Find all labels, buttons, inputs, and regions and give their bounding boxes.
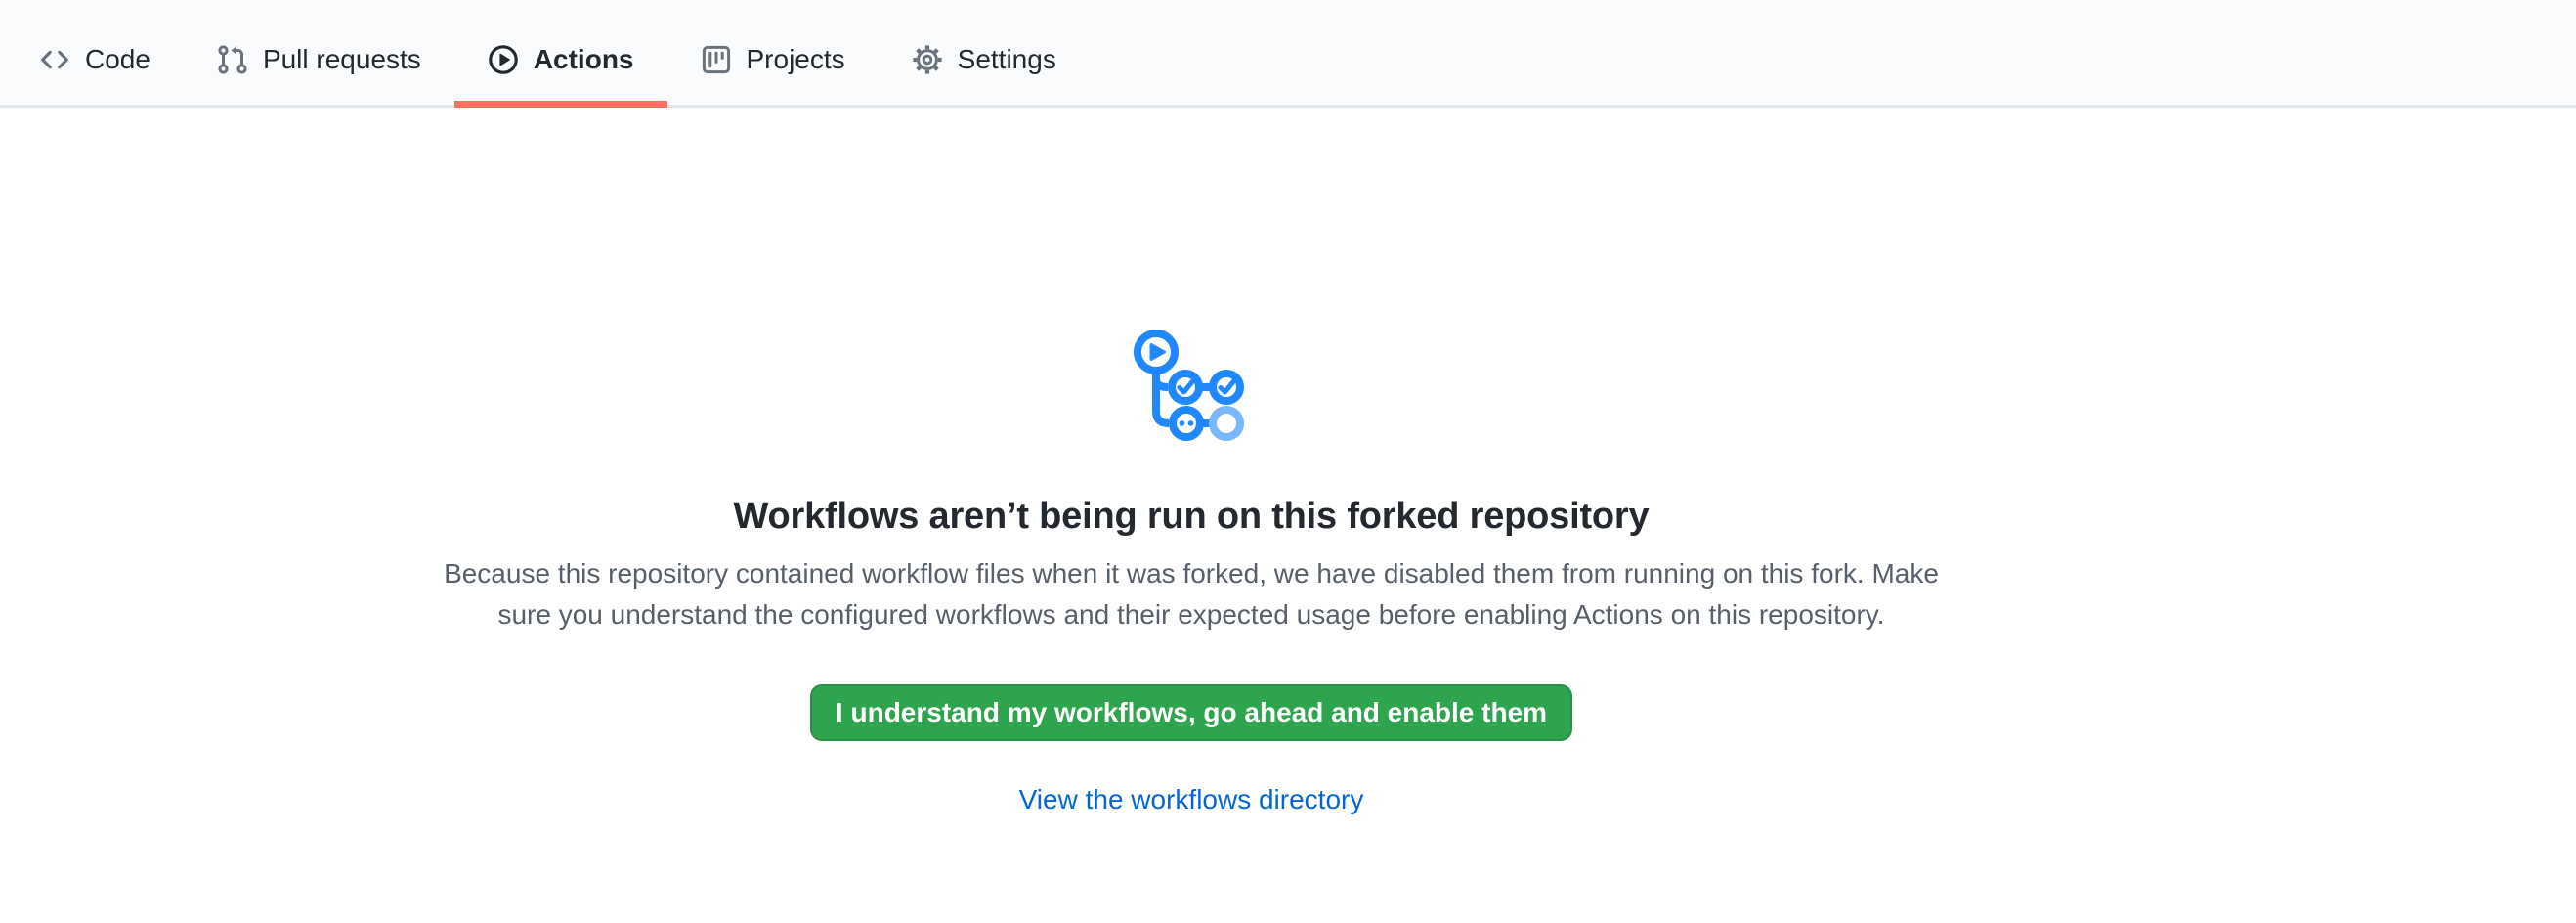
blankslate-heading: Workflows aren’t being run on this forke… [734, 493, 1650, 540]
tab-pull-requests[interactable]: Pull requests [184, 14, 454, 105]
tab-projects[interactable]: Projects [667, 14, 879, 105]
play-circle-icon [488, 44, 519, 75]
project-board-icon [701, 44, 732, 75]
tab-label: Pull requests [263, 46, 421, 73]
git-pull-request-icon [217, 44, 248, 75]
tab-label: Actions [534, 46, 634, 73]
tab-settings[interactable]: Settings [879, 14, 1090, 105]
tab-code[interactable]: Code [6, 14, 184, 105]
gear-icon [912, 44, 943, 75]
tab-label: Projects [747, 46, 845, 73]
workflow-graph-icon [1133, 329, 1250, 446]
repo-tab-bar: Code Pull requests Actions [0, 0, 2576, 108]
blankslate-description: Because this repository contained workfl… [444, 553, 1939, 636]
enable-workflows-button[interactable]: I understand my workflows, go ahead and … [810, 684, 1572, 741]
actions-blankslate: Workflows aren’t being run on this forke… [0, 108, 2383, 817]
tab-label: Settings [958, 46, 1056, 73]
code-icon [39, 44, 70, 75]
tab-actions[interactable]: Actions [454, 14, 667, 105]
view-workflows-directory-link[interactable]: View the workflows directory [1019, 782, 1364, 817]
tab-label: Code [85, 46, 150, 73]
